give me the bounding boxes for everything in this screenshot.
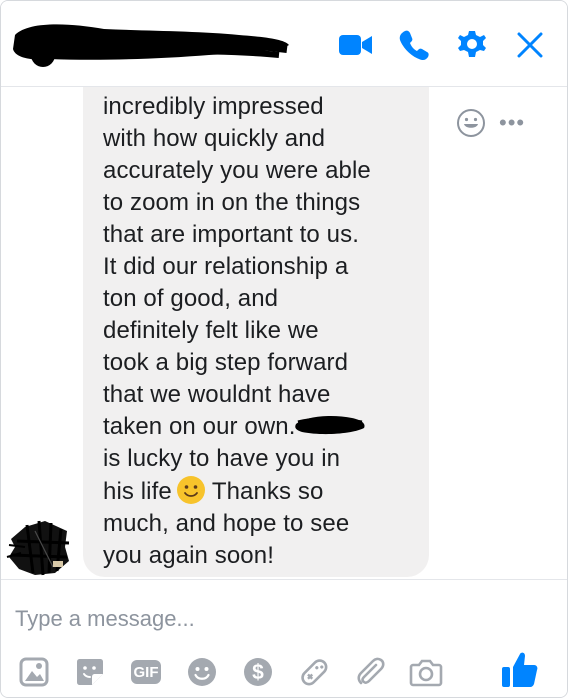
add-photo-button[interactable]: [17, 655, 51, 689]
message-bubble: incredibly impressed with how quickly an…: [83, 87, 429, 577]
camera-button[interactable]: [409, 655, 443, 689]
message-line: much, and hope to see: [103, 510, 350, 537]
message-list: incredibly impressed with how quickly an…: [1, 87, 567, 579]
close-button[interactable]: [513, 28, 547, 62]
send-money-button[interactable]: $: [241, 655, 275, 689]
message-line: incredibly impressed: [103, 93, 324, 120]
smiling-face-emoji-icon: [176, 476, 205, 504]
chat-window: incredibly impressed with how quickly an…: [0, 0, 568, 698]
sender-avatar: [6, 520, 70, 576]
message-line: definitely felt like we: [103, 317, 319, 344]
settings-icon: [458, 31, 486, 57]
sticker-icon: [77, 659, 103, 685]
message-line: ton of good, and: [103, 285, 279, 312]
gif-button[interactable]: GIF: [129, 655, 163, 689]
video-call-icon: [339, 35, 372, 55]
close-icon: [517, 32, 543, 58]
redacted-name-scribble: [294, 416, 364, 435]
emoji-button[interactable]: [185, 655, 219, 689]
svg-text:$: $: [252, 661, 264, 684]
message-line: you again soon!: [103, 542, 274, 569]
gif-icon: GIF: [131, 660, 161, 684]
message-actions: •••: [455, 107, 525, 139]
phone-call-icon: [399, 30, 429, 61]
phone-call-button[interactable]: [397, 28, 431, 62]
message-line: is lucky to have you in: [103, 445, 341, 472]
photo-icon: [19, 657, 49, 687]
message-line: his life: [103, 478, 172, 505]
message-line: that we wouldnt have: [103, 381, 331, 408]
emoji-icon: [188, 658, 216, 686]
message-text: incredibly impressed with how quickly an…: [103, 91, 411, 572]
react-emoji-icon[interactable]: [455, 107, 487, 139]
header-actions: [339, 25, 547, 65]
message-line: to zoom in on the things: [103, 189, 361, 216]
message-line: with how quickly and: [103, 125, 326, 152]
sticker-button[interactable]: [73, 655, 107, 689]
game-icon: [301, 659, 328, 686]
video-call-button[interactable]: [339, 28, 373, 62]
message-line: that are important to us.: [103, 221, 359, 248]
more-options-icon[interactable]: •••: [499, 112, 525, 134]
camera-icon: [409, 659, 443, 687]
message-composer: GIF $: [1, 579, 567, 697]
like-icon[interactable]: [499, 650, 539, 690]
payment-icon: $: [244, 658, 272, 686]
message-line: accurately you were able: [103, 157, 371, 184]
composer-toolbar: GIF $: [17, 652, 557, 692]
settings-button[interactable]: [455, 28, 489, 62]
message-input[interactable]: [15, 602, 535, 636]
message-line-with-redaction: taken on our own.: [103, 411, 411, 443]
message-line: taken on our own.: [103, 413, 296, 440]
message-line: took a big step forward: [103, 349, 349, 376]
play-game-button[interactable]: [297, 655, 331, 689]
message-line: It did our relationship a: [103, 253, 349, 280]
attach-file-button[interactable]: [353, 655, 387, 689]
chat-header: [1, 1, 567, 87]
redacted-contact-name: [13, 24, 289, 67]
message-line: Thanks so: [211, 478, 324, 505]
attachment-icon: [357, 657, 385, 685]
message-line-with-emoji: his life Thanks so: [103, 475, 411, 508]
